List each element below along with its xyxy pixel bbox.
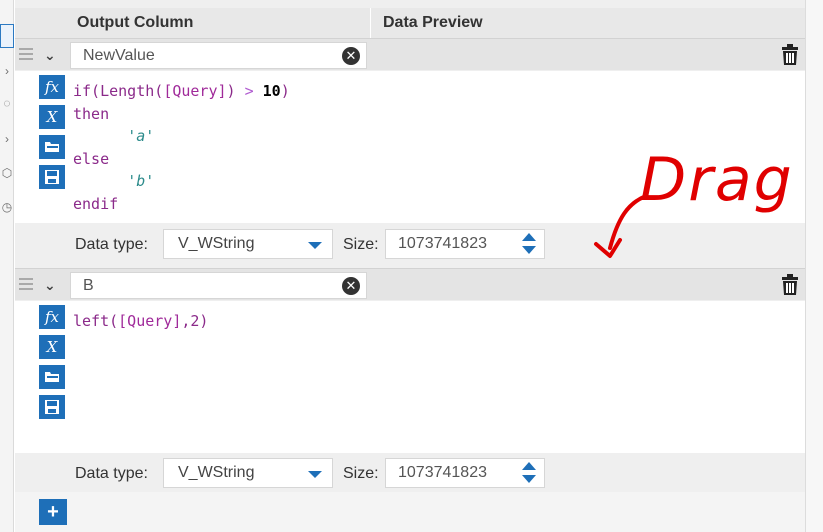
size-input[interactable]: 1073741823 xyxy=(385,229,545,259)
save-icon[interactable] xyxy=(39,165,65,189)
output-column-name-input[interactable] xyxy=(71,273,341,298)
cube-icon[interactable]: ⬡ xyxy=(1,166,13,180)
data-preview-header: Data Preview xyxy=(383,14,483,31)
drag-handle-icon[interactable] xyxy=(19,278,33,292)
column-header: Output Column Data Preview xyxy=(15,8,805,38)
caret-down-icon[interactable] xyxy=(308,242,322,249)
chevron-down-icon[interactable]: ⌄ xyxy=(44,276,56,294)
data-type-select[interactable]: V_WString xyxy=(163,229,333,259)
data-type-label: Data type: xyxy=(75,236,148,253)
output-column-header: Output Column xyxy=(77,14,194,31)
open-folder-icon[interactable] xyxy=(39,135,65,159)
left-tool-strip: › ◌ › ⬡ ◷ xyxy=(0,0,14,532)
drag-handle-icon[interactable] xyxy=(19,48,33,62)
data-type-label: Data type: xyxy=(75,465,148,482)
add-formula-button[interactable]: + xyxy=(39,499,67,525)
formula-row-header: ⌄ ✕ xyxy=(15,38,805,70)
size-label: Size: xyxy=(343,465,379,482)
save-icon[interactable] xyxy=(39,395,65,419)
output-column-name-field[interactable]: ✕ xyxy=(70,42,367,69)
increment-icon[interactable] xyxy=(522,233,536,241)
clock-icon[interactable]: ◷ xyxy=(1,200,13,214)
trash-icon[interactable] xyxy=(780,44,800,66)
expression-text[interactable]: left([Query],2) xyxy=(73,310,208,333)
clear-icon[interactable]: ✕ xyxy=(342,47,360,65)
increment-icon[interactable] xyxy=(522,462,536,470)
output-column-name-field[interactable]: ✕ xyxy=(70,272,367,299)
variable-icon[interactable]: X xyxy=(39,105,65,129)
size-input[interactable]: 1073741823 xyxy=(385,458,545,488)
chevron-right-icon[interactable]: › xyxy=(1,132,13,146)
drag-arrow-icon xyxy=(594,194,648,258)
clear-icon[interactable]: ✕ xyxy=(342,277,360,295)
open-folder-icon[interactable] xyxy=(39,365,65,389)
output-column-name-input[interactable] xyxy=(71,43,341,68)
data-type-bar: Data type: V_WString Size: 1073741823 xyxy=(15,453,805,493)
circle-icon[interactable]: ◌ xyxy=(1,96,13,110)
chevron-down-icon[interactable]: ⌄ xyxy=(44,46,56,64)
chevron-right-icon[interactable]: › xyxy=(1,64,13,78)
formula-row-header: ⌄ ✕ xyxy=(15,268,805,300)
size-label: Size: xyxy=(343,236,379,253)
function-icon[interactable]: fx xyxy=(39,75,65,99)
gear-icon[interactable] xyxy=(0,24,14,48)
size-stepper[interactable] xyxy=(522,462,536,484)
variable-icon[interactable]: X xyxy=(39,335,65,359)
data-type-select[interactable]: V_WString xyxy=(163,458,333,488)
size-stepper[interactable] xyxy=(522,233,536,255)
vertical-scrollbar[interactable] xyxy=(805,0,823,532)
expression-text[interactable]: if(Length([Query]) > 10) then 'a' else '… xyxy=(73,80,290,215)
header-divider xyxy=(370,8,371,38)
decrement-icon[interactable] xyxy=(522,246,536,254)
function-icon[interactable]: fx xyxy=(39,305,65,329)
caret-down-icon[interactable] xyxy=(308,471,322,478)
add-row-area xyxy=(15,492,805,532)
decrement-icon[interactable] xyxy=(522,475,536,483)
formula-editor[interactable]: fx X left([Query],2) xyxy=(15,301,805,453)
trash-icon[interactable] xyxy=(780,274,800,296)
